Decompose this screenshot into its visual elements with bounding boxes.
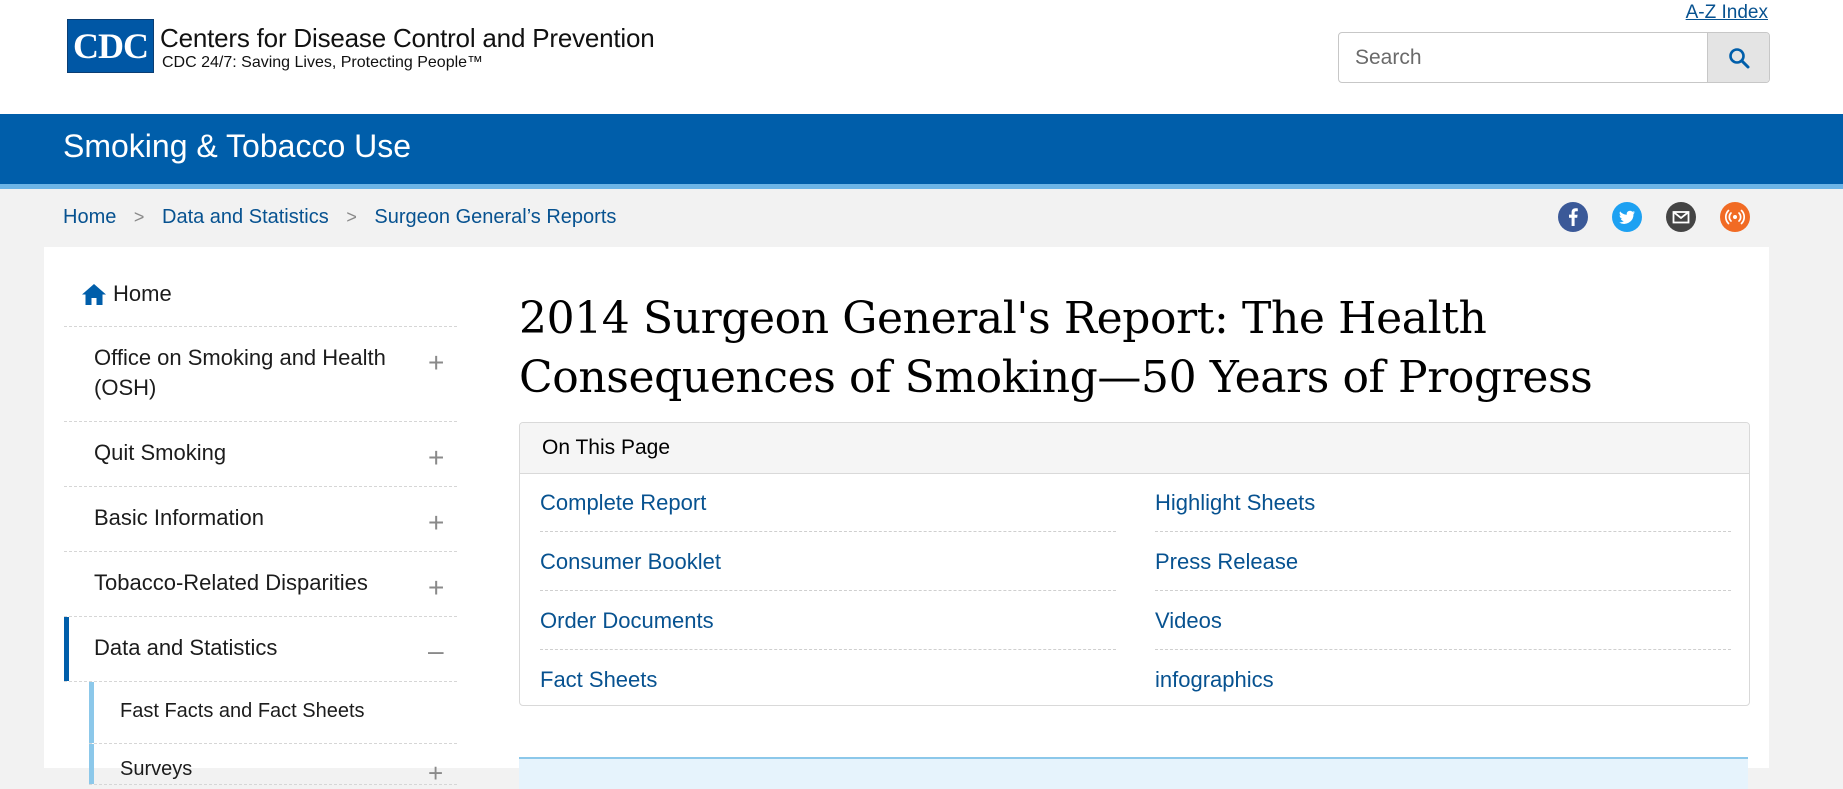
page-title-line: 2014 Surgeon General's Report: The Healt… <box>519 293 1487 344</box>
on-this-page-header: On This Page <box>520 423 1749 474</box>
site-title[interactable]: Smoking & Tobacco Use <box>63 128 411 165</box>
sidebar-subitem-fast-facts[interactable]: Fast Facts and Fact Sheets <box>89 682 457 744</box>
active-indicator <box>64 617 69 681</box>
sidebar-item-osh[interactable]: Office on Smoking and Health (OSH) + <box>64 327 457 422</box>
expand-plus-icon[interactable]: + <box>428 574 444 602</box>
breadcrumb-surgeon-generals-reports[interactable]: Surgeon General’s Reports <box>374 206 616 228</box>
sidebar-subitem-label: Surveys <box>120 758 193 780</box>
divider <box>540 649 1116 650</box>
org-name[interactable]: Centers for Disease Control and Preventi… <box>160 23 655 54</box>
link-videos[interactable]: Videos <box>1155 608 1222 634</box>
expand-plus-icon[interactable]: + <box>428 349 444 377</box>
logo-text: CDC <box>73 26 149 66</box>
banner-stripe <box>0 184 1843 189</box>
email-icon <box>1672 211 1690 224</box>
az-index-link[interactable]: A-Z Index <box>1686 2 1768 24</box>
sidebar-item-label: Data and Statistics <box>94 635 278 660</box>
sidebar-subitem-label: Fast Facts and Fact Sheets <box>120 700 365 722</box>
twitter-share-button[interactable] <box>1612 202 1642 232</box>
link-fact-sheets[interactable]: Fact Sheets <box>540 667 657 693</box>
sidebar-item-data-and-statistics[interactable]: Data and Statistics – <box>64 617 457 682</box>
home-icon <box>82 284 106 305</box>
divider <box>1155 590 1731 591</box>
link-press-release[interactable]: Press Release <box>1155 549 1298 575</box>
divider <box>1155 649 1731 650</box>
callout-box <box>519 757 1748 789</box>
expand-plus-icon[interactable]: + <box>428 758 443 789</box>
search-input[interactable] <box>1339 33 1731 82</box>
search-button[interactable] <box>1707 33 1769 82</box>
subitem-indicator <box>89 744 94 784</box>
expand-plus-icon[interactable]: + <box>428 444 444 472</box>
breadcrumb: Home > Data and Statistics > Surgeon Gen… <box>63 206 616 229</box>
site-banner: Smoking & Tobacco Use <box>0 114 1843 184</box>
page-title-line: Consequences of Smoking—50 Years of Prog… <box>519 352 1593 403</box>
expand-plus-icon[interactable]: + <box>428 509 444 537</box>
sidebar-item-label: Basic Information <box>94 505 264 530</box>
link-complete-report[interactable]: Complete Report <box>540 490 706 516</box>
breadcrumb-separator: > <box>133 207 145 227</box>
sidebar-item-tobacco-disparities[interactable]: Tobacco-Related Disparities + <box>64 552 457 617</box>
facebook-icon <box>1569 208 1578 226</box>
twitter-icon <box>1619 210 1635 224</box>
divider <box>540 590 1116 591</box>
breadcrumb-separator: > <box>346 207 357 227</box>
facebook-share-button[interactable] <box>1558 202 1588 232</box>
breadcrumb-data-and-statistics[interactable]: Data and Statistics <box>162 206 329 228</box>
content-card: Home Office on Smoking and Health (OSH) … <box>44 247 1769 789</box>
sidebar-item-label: (OSH) <box>94 375 157 400</box>
link-order-documents[interactable]: Order Documents <box>540 608 714 634</box>
sidebar-item-label: Home <box>113 281 172 306</box>
sidebar-item-label: Tobacco-Related Disparities <box>94 570 368 595</box>
sidebar-item-label: Office on Smoking and Health <box>94 345 386 370</box>
link-infographics[interactable]: infographics <box>1155 667 1274 693</box>
subitem-indicator <box>89 682 94 743</box>
sidebar-item-quit-smoking[interactable]: Quit Smoking + <box>64 422 457 487</box>
sidebar-item-label: Quit Smoking <box>94 440 227 465</box>
divider <box>1155 531 1731 532</box>
breadcrumb-home[interactable]: Home <box>63 206 116 228</box>
site-header: CDC Centers for Disease Control and Prev… <box>0 0 1843 114</box>
cdc-logo[interactable]: CDC <box>67 19 154 73</box>
on-this-page-heading: On This Page <box>542 436 671 459</box>
org-tagline: CDC 24/7: Saving Lives, Protecting Peopl… <box>162 54 484 71</box>
link-highlight-sheets[interactable]: Highlight Sheets <box>1155 490 1315 516</box>
on-this-page-box: On This Page Complete Report Highlight S… <box>519 422 1750 706</box>
search-box <box>1338 32 1770 83</box>
sidebar-subitem-surveys[interactable]: Surveys + <box>89 744 457 788</box>
syndicate-button[interactable] <box>1720 202 1750 232</box>
email-share-button[interactable] <box>1666 202 1696 232</box>
page-title: 2014 Surgeon General's Report: The Healt… <box>519 289 1719 407</box>
sidebar-item-home[interactable]: Home <box>64 247 457 327</box>
collapse-minus-icon[interactable]: – <box>428 637 444 665</box>
sidebar-item-basic-information[interactable]: Basic Information + <box>64 487 457 552</box>
link-consumer-booklet[interactable]: Consumer Booklet <box>540 549 721 575</box>
search-icon <box>1728 47 1749 68</box>
syndicate-icon <box>1724 209 1746 225</box>
divider <box>540 531 1116 532</box>
